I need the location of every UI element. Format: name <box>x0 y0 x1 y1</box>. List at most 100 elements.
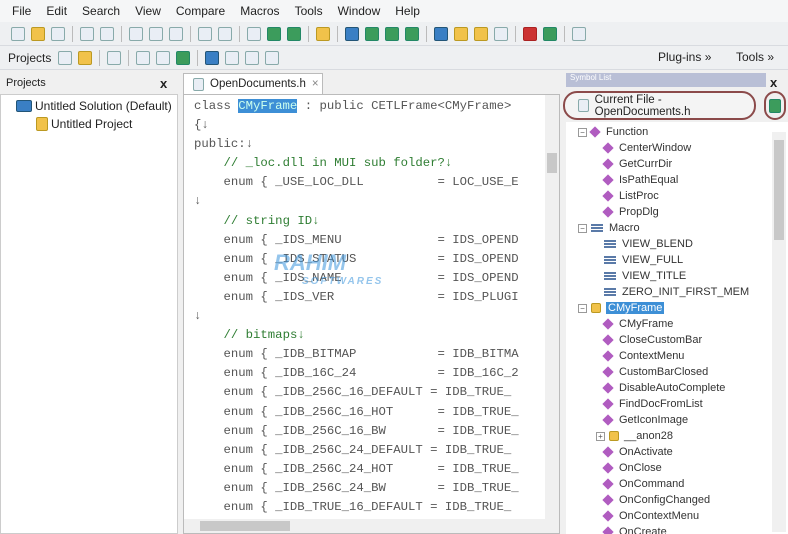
symbol-item[interactable]: GetIconImage <box>602 412 688 428</box>
menu-tools[interactable]: Tools <box>295 4 323 18</box>
code-editor[interactable]: class CMyFrame : public CETLFrame<CMyFra… <box>183 94 560 534</box>
menu-help[interactable]: Help <box>395 4 420 18</box>
compare-icon[interactable] <box>434 26 448 41</box>
symbol-tree-scrollbar[interactable] <box>772 132 786 532</box>
symbol-item[interactable]: − Macro <box>578 220 640 236</box>
view-split-icon[interactable] <box>405 26 419 41</box>
symbol-item[interactable]: OnActivate <box>602 444 673 460</box>
redo-icon[interactable] <box>218 26 232 41</box>
symbol-item[interactable]: IsPathEqual <box>602 172 679 188</box>
file-view-icon[interactable] <box>245 50 260 65</box>
symbol-item[interactable]: + __anon28 <box>596 428 673 444</box>
code-comment: // bitmaps↓ <box>223 328 305 343</box>
output-icon[interactable] <box>265 50 280 65</box>
new-file-icon[interactable] <box>11 26 25 41</box>
paste-icon[interactable] <box>169 26 183 41</box>
code-line: enum { _IDB_256C_24_DEFAULT = IDB_TRUE_ <box>194 441 519 460</box>
symbol-file-selector[interactable]: Current File - OpenDocuments.h <box>563 91 756 120</box>
symbol-item[interactable]: OnCreate <box>602 524 667 534</box>
menu-file[interactable]: File <box>12 4 31 18</box>
tools-toolbar-label[interactable]: Tools » <box>736 50 774 64</box>
symbol-item[interactable]: CenterWindow <box>602 140 691 156</box>
symbol-item[interactable]: − Function <box>578 124 648 140</box>
view-wrap-icon[interactable] <box>385 26 399 41</box>
open-file-icon[interactable] <box>31 26 45 41</box>
class-view-icon[interactable] <box>225 50 240 65</box>
symbol-item[interactable]: OnClose <box>602 460 662 476</box>
symbol-item[interactable]: OnCommand <box>602 476 684 492</box>
project-settings-icon[interactable] <box>156 50 171 65</box>
plugins-toolbar-label[interactable]: Plug-ins » <box>658 50 711 64</box>
symbol-item[interactable]: OnConfigChanged <box>602 492 710 508</box>
editor-vertical-scrollbar[interactable] <box>545 95 559 521</box>
symbol-item[interactable]: OnContextMenu <box>602 508 700 524</box>
symbol-item[interactable]: CloseCustomBar <box>602 332 702 348</box>
run-macro-icon[interactable] <box>543 26 557 41</box>
solution-item[interactable]: Untitled Solution (Default) <box>1 97 177 115</box>
find-next-icon[interactable] <box>267 26 281 41</box>
symbol-item[interactable]: ContextMenu <box>602 348 684 364</box>
cut-icon[interactable] <box>129 26 143 41</box>
projects-panel: Untitled Solution (Default) Untitled Pro… <box>0 94 178 534</box>
code-text[interactable]: class CMyFrame : public CETLFrame<CMyFra… <box>194 97 519 517</box>
function-icon <box>602 350 614 362</box>
collapse-icon[interactable]: − <box>578 127 587 137</box>
print-preview-icon[interactable] <box>100 26 114 41</box>
symbol-item[interactable]: CMyFrame <box>602 316 674 332</box>
add-icon[interactable] <box>176 50 191 65</box>
editor-horizontal-scrollbar[interactable] <box>184 519 559 533</box>
tab-opendocuments[interactable]: OpenDocuments.h × <box>183 73 323 94</box>
menu-view[interactable]: View <box>135 4 161 18</box>
project-item[interactable]: Untitled Project <box>1 115 177 133</box>
symbol-item[interactable]: PropDlg <box>602 204 659 220</box>
symbol-label: IsPathEqual <box>619 174 679 186</box>
symbol-item[interactable]: ListProc <box>602 188 659 204</box>
symbol-item[interactable]: DisableAutoComplete <box>602 380 725 396</box>
tools-icon[interactable] <box>474 26 488 41</box>
tab-close-icon[interactable]: × <box>312 78 319 90</box>
code-line: // string ID↓ <box>194 212 519 231</box>
find-previous-icon[interactable] <box>287 26 301 41</box>
code-line: enum { _IDS_VER = IDS_PLUGI <box>194 288 519 307</box>
menu-compare[interactable]: Compare <box>176 4 225 18</box>
undo-icon[interactable] <box>198 26 212 41</box>
symbol-item[interactable]: VIEW_TITLE <box>604 268 686 284</box>
record-macro-icon[interactable] <box>523 26 537 41</box>
menu-search[interactable]: Search <box>82 4 120 18</box>
symbol-label: CMyFrame <box>619 318 674 330</box>
symbol-item[interactable]: FindDocFromList <box>602 396 703 412</box>
edit-macro-icon[interactable] <box>454 26 468 41</box>
window-icon[interactable] <box>494 26 508 41</box>
symbol-icon[interactable] <box>205 50 220 65</box>
menu-edit[interactable]: Edit <box>46 4 67 18</box>
expand-icon[interactable]: + <box>596 431 605 441</box>
project-tree-icon[interactable] <box>136 50 151 65</box>
copy-icon[interactable] <box>149 26 163 41</box>
symbol-item[interactable]: GetCurrDir <box>602 156 672 172</box>
print-icon[interactable] <box>80 26 94 41</box>
refresh-symbols-button[interactable] <box>764 91 786 120</box>
symbol-item[interactable]: − CMyFrame <box>578 300 665 316</box>
menu-macros[interactable]: Macros <box>240 4 279 18</box>
plugin-icon[interactable] <box>572 26 586 41</box>
symbol-item[interactable]: VIEW_FULL <box>604 252 683 268</box>
menu-window[interactable]: Window <box>338 4 381 18</box>
collapse-icon[interactable]: − <box>578 223 587 233</box>
symbol-label: __anon28 <box>624 430 673 442</box>
find-in-files-icon[interactable] <box>316 26 330 41</box>
build-icon[interactable] <box>107 50 122 65</box>
view-list-icon[interactable] <box>345 26 359 41</box>
symbol-item[interactable]: ZERO_INIT_FIRST_MEM <box>604 284 749 300</box>
find-icon[interactable] <box>247 26 261 41</box>
symbol-label: OnContextMenu <box>619 510 700 522</box>
save-icon[interactable] <box>51 26 65 41</box>
open-project-icon[interactable] <box>78 50 93 65</box>
symbol-item[interactable]: CustomBarClosed <box>602 364 708 380</box>
close-symbol-list-icon[interactable]: x <box>770 75 777 90</box>
close-projects-panel-icon[interactable]: x <box>160 76 167 91</box>
collapse-icon[interactable]: − <box>578 303 587 313</box>
new-project-icon[interactable] <box>58 50 73 65</box>
code-line: enum { _IDB_256C_24_BW = IDB_TRUE_ <box>194 479 519 498</box>
view-page-icon[interactable] <box>365 26 379 41</box>
symbol-item[interactable]: VIEW_BLEND <box>604 236 693 252</box>
